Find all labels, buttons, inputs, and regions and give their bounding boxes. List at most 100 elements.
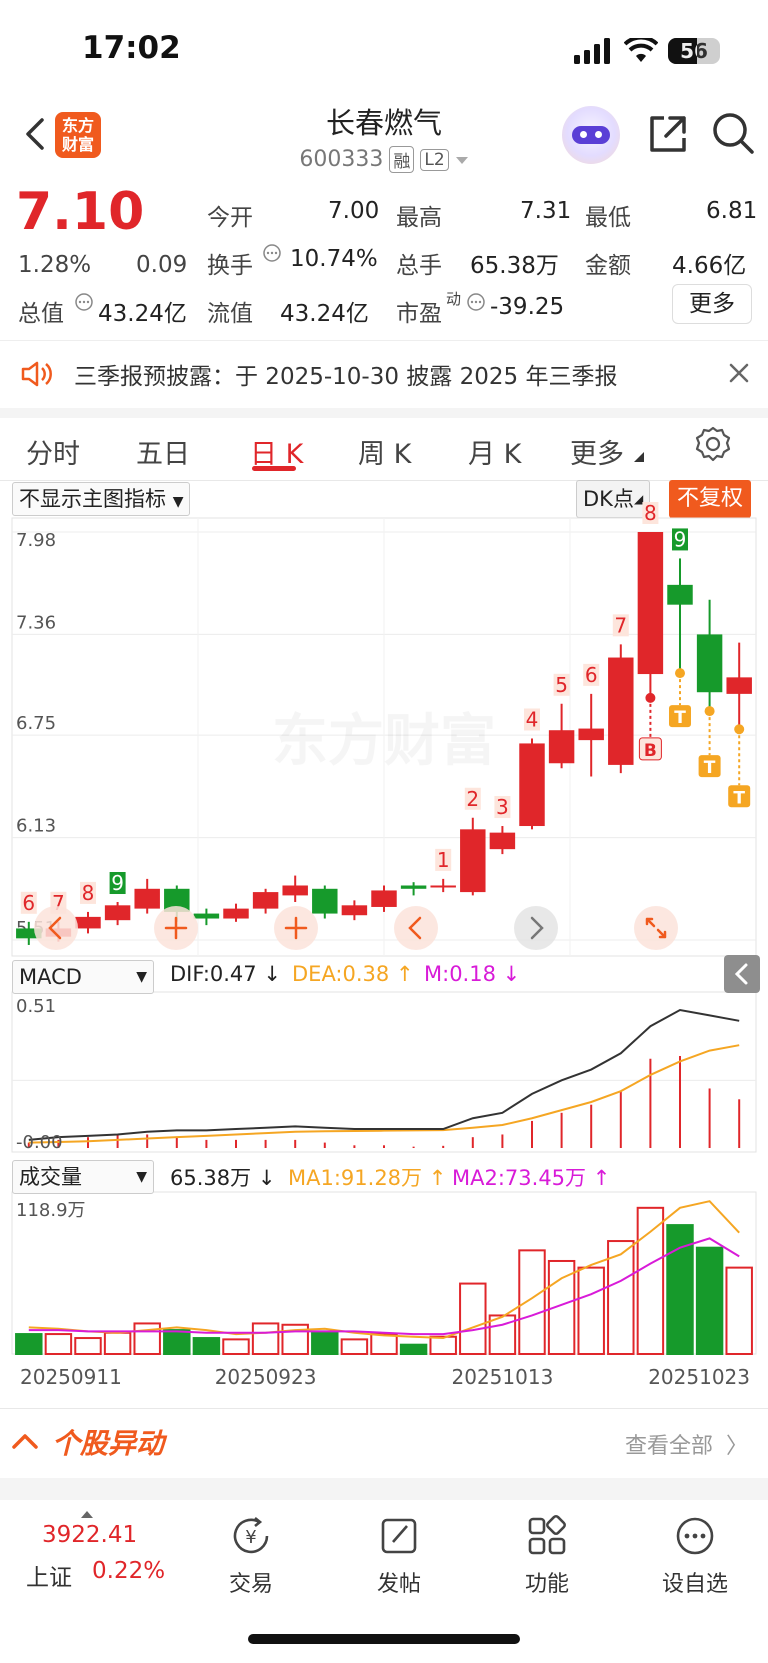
chevron-up-icon[interactable] [12,1432,38,1450]
volume-bar [399,1343,428,1356]
vol-value: 65.38万 ↓ [170,1166,276,1190]
edit-icon [381,1518,417,1554]
candle-body [341,905,368,916]
view-all-link[interactable]: 查看全部 〉 [625,1428,748,1460]
macd-dea: DEA:0.38 ↑ [292,962,414,986]
chevron-right-icon: 〉 [725,1434,748,1459]
td-count-label: 6 [22,891,35,915]
marker-dot [645,692,656,703]
candle-body [637,532,664,675]
vol-ma1: MA1:91.28万 ↑ [288,1166,447,1190]
candle-body [519,743,545,827]
macd-dif: DIF:0.47 ↓ [170,962,281,986]
svg-text:¥: ¥ [245,1527,256,1548]
trade-icon: ¥ [233,1516,269,1554]
vol-ma2: MA2:73.45万 ↑ [452,1166,611,1190]
function-button[interactable]: 功能 [492,1512,602,1598]
scroll-left-button[interactable] [394,906,438,950]
volume-bar [577,1266,605,1355]
volume-bar [192,1337,221,1356]
marker-dot [675,668,685,679]
td-count-label: 8 [644,501,657,525]
index-name: 上证 [26,1565,72,1591]
macd-y-bottom: -0.00 [16,1132,63,1153]
scroll-start-button[interactable] [34,906,78,950]
volume-bar [163,1329,191,1355]
candle-body [75,916,101,929]
scroll-right-button[interactable] [514,906,558,950]
divider [0,1478,768,1500]
candle-body [223,908,249,919]
arrow-down-icon: ↓ [263,962,281,986]
volume-bar [311,1330,339,1355]
macd-select[interactable]: MACD ▼ [12,960,154,994]
candle-body [134,888,160,909]
index-change: 0.22% [92,1558,166,1584]
volume-bar [74,1337,102,1356]
marker-dot [704,706,715,717]
volume-select[interactable]: 成交量 ▼ [12,1160,154,1194]
volume-bar [340,1338,369,1356]
marker-label: T [674,708,686,728]
arrow-up-icon: ↑ [395,962,414,986]
candle-body [282,885,308,896]
candle-body [578,728,604,741]
td-count-label: 3 [496,795,509,819]
caret-up-icon [80,1504,94,1518]
td-count-label: 9 [674,527,687,551]
volume-bar [429,1335,457,1355]
divider [0,1408,768,1409]
y-tick-label: 6.75 [16,713,56,734]
dif-line [28,1008,740,1141]
watermark: 东方财富 [272,709,496,774]
marker-label: B [644,741,657,761]
candle-body [460,829,486,893]
candle-body [696,634,723,693]
candle-body [400,885,427,889]
collapse-panel-button[interactable] [724,955,760,993]
volume-bar [459,1282,487,1355]
dea-line [28,1044,740,1144]
candle-body [489,832,516,850]
td-count-label: 6 [585,663,598,687]
candle-body [252,892,279,909]
marker-dot [734,724,745,735]
volume-bar [695,1246,724,1355]
td-count-label: 9 [111,871,124,895]
stock-movement-title: 个股异动 [52,1427,165,1460]
add-watchlist-button[interactable]: 设自选 [640,1512,750,1598]
candle-body [104,905,131,921]
candle-body [312,888,338,914]
volume-bar [44,1333,73,1355]
arrow-up-icon: ↑ [428,1166,447,1190]
home-indicator [248,1634,520,1644]
volume-bar [251,1322,280,1356]
y-tick-label: 7.36 [16,612,56,633]
volume-bar [103,1331,132,1355]
fullscreen-button[interactable] [634,906,678,950]
vol-y-top: 118.9万 [16,1200,86,1221]
candle-body [193,913,220,919]
td-count-label: 1 [437,848,450,872]
candle-body [608,657,634,765]
td-count-label: 5 [555,673,568,697]
y-tick-label: 7.98 [16,530,56,551]
x-tick-label: 20250911 [20,1365,122,1389]
volume-bar [370,1333,398,1355]
trade-button[interactable]: ¥ 交易 [196,1512,306,1598]
volume-bar [725,1266,753,1355]
volume-bar [15,1333,43,1355]
arrow-down-icon: ↓ [257,1166,276,1190]
more-dots-icon [676,1517,714,1555]
x-tick-label: 20251023 [648,1365,750,1389]
macd-y-top: 0.51 [16,996,57,1017]
td-count-label: 4 [526,707,539,731]
candle-body [548,730,575,764]
index-value[interactable]: 3922.41 [42,1522,137,1548]
candle-body [430,885,456,888]
zoom-in-button[interactable] [274,906,318,950]
post-button[interactable]: 发帖 [344,1512,454,1598]
marker-label: T [733,788,745,808]
zoom-in-button[interactable] [154,906,198,950]
td-count-label: 7 [614,613,627,637]
